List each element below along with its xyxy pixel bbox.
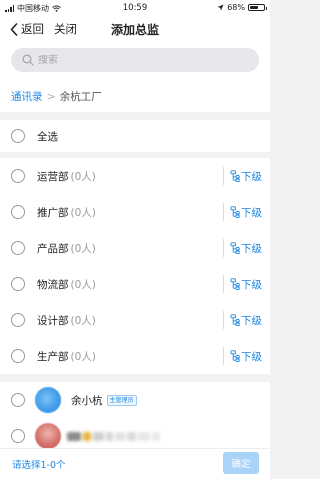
department-count: (0人) (70, 350, 96, 363)
redacted-name (67, 431, 160, 441)
close-button[interactable]: 关闭 (54, 21, 77, 37)
search-input[interactable] (38, 54, 238, 66)
subordinate-button[interactable]: 下级 (223, 167, 262, 185)
org-tree-icon (230, 242, 240, 254)
department-count: (0人) (70, 170, 96, 183)
back-label: 返回 (21, 22, 44, 36)
subordinate-label: 下级 (241, 278, 262, 291)
department-row[interactable]: 物流部 (0人) 下级 (0, 266, 270, 302)
department-name: 产品部 (37, 242, 69, 255)
subordinate-label: 下级 (241, 206, 262, 219)
member-checkbox[interactable] (11, 429, 25, 443)
department-row[interactable]: 推广部 (0人) 下级 (0, 194, 270, 230)
battery-percent: 68% (227, 3, 245, 12)
search-box[interactable] (11, 48, 259, 72)
department-row[interactable]: 产品部 (0人) 下级 (0, 230, 270, 266)
org-tree-icon (230, 314, 240, 326)
department-name: 生产部 (37, 350, 69, 363)
screen: 中国移动 10:59 68% 返回 关闭 添加总监 搜索 通讯录 > 余杭工厂 … (0, 0, 270, 479)
org-tree-icon (230, 278, 240, 290)
subordinate-button[interactable]: 下级 (223, 311, 262, 329)
member-row[interactable]: 余小杭 主管理员 (0, 382, 270, 418)
department-name: 推广部 (37, 206, 69, 219)
breadcrumb-root[interactable]: 通讯录 (11, 89, 43, 104)
org-tree-icon (230, 206, 240, 218)
department-checkbox[interactable] (11, 313, 25, 327)
department-checkbox[interactable] (11, 205, 25, 219)
subordinate-button[interactable]: 下级 (223, 239, 262, 257)
subordinate-button[interactable]: 下级 (223, 203, 262, 221)
subordinate-button[interactable]: 下级 (223, 275, 262, 293)
battery-level (250, 6, 259, 9)
org-tree-icon (230, 170, 240, 182)
battery-icon (248, 4, 267, 11)
back-button[interactable]: 返回 (10, 21, 44, 37)
department-checkbox[interactable] (11, 241, 25, 255)
department-name: 设计部 (37, 314, 69, 327)
nav-bar: 返回 关闭 添加总监 (0, 16, 270, 44)
location-icon (217, 4, 224, 11)
select-all-row[interactable]: 全选 (0, 120, 270, 152)
search-icon (22, 54, 34, 66)
department-checkbox[interactable] (11, 277, 25, 291)
department-row[interactable]: 生产部 (0人) 下级 (0, 338, 270, 374)
org-tree-icon (230, 350, 240, 362)
department-count: (0人) (70, 278, 96, 291)
avatar (35, 423, 61, 449)
subordinate-label: 下级 (241, 170, 262, 183)
select-all-label: 全选 (37, 130, 58, 143)
breadcrumb-separator: > (46, 89, 56, 103)
department-name: 物流部 (37, 278, 69, 291)
member-name: 余小杭 (71, 394, 103, 407)
breadcrumb: 通讯录 > 余杭工厂 (0, 80, 270, 112)
department-count: (0人) (70, 242, 96, 255)
role-badge: 主管理员 (106, 394, 137, 406)
subordinate-label: 下级 (241, 242, 262, 255)
search-bar (0, 44, 270, 80)
department-checkbox[interactable] (11, 169, 25, 183)
chevron-left-icon (10, 22, 18, 36)
status-right: 68% (217, 3, 267, 12)
breadcrumb-current: 余杭工厂 (59, 90, 102, 103)
department-row[interactable]: 设计部 (0人) 下级 (0, 302, 270, 338)
confirm-button[interactable]: 确定 (223, 452, 259, 474)
department-count: (0人) (70, 314, 96, 327)
department-list: 运营部 (0人) 下级 推广部 (0人) 下级 产品部 (0人) 下级 物流部 … (0, 158, 270, 374)
avatar (35, 387, 61, 413)
department-count: (0人) (70, 206, 96, 219)
footer: 请选择1-0个 确定 (0, 448, 270, 479)
subordinate-label: 下级 (241, 314, 262, 327)
member-checkbox[interactable] (11, 393, 25, 407)
select-all-checkbox[interactable] (11, 129, 25, 143)
department-name: 运营部 (37, 170, 69, 183)
selection-hint: 请选择1-0个 (12, 460, 66, 471)
department-row[interactable]: 运营部 (0人) 下级 (0, 158, 270, 194)
subordinate-button[interactable]: 下级 (223, 347, 262, 365)
department-checkbox[interactable] (11, 349, 25, 363)
member-list: 余小杭 主管理员 (0, 382, 270, 449)
subordinate-label: 下级 (241, 350, 262, 363)
status-bar: 中国移动 10:59 68% (0, 0, 270, 16)
